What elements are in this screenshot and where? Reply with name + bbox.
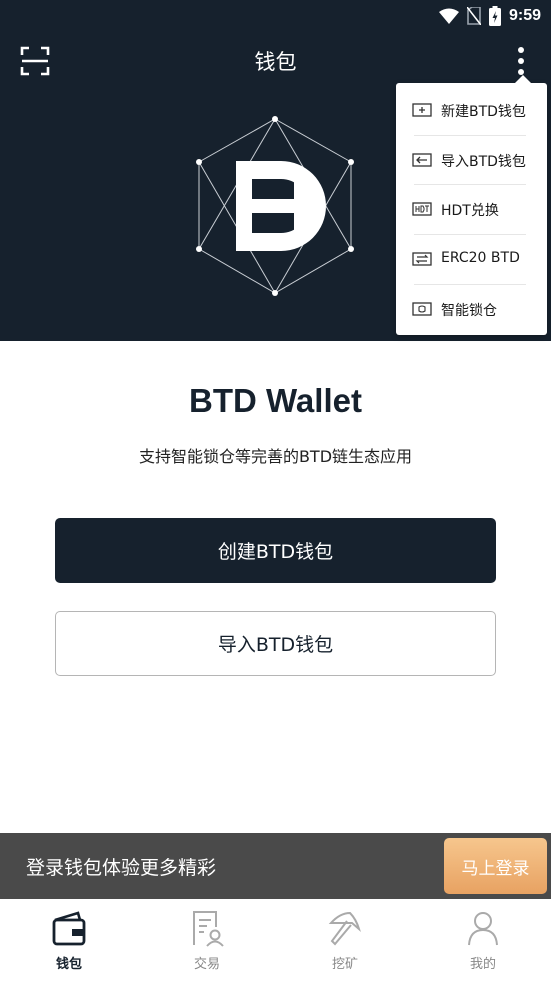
menu-item-new-wallet[interactable]: 新建BTD钱包 <box>396 85 547 135</box>
menu-item-label: 智能锁仓 <box>441 303 497 319</box>
menu-item-label: HDT兑换 <box>441 203 499 219</box>
pickaxe-icon <box>328 911 361 946</box>
menu-item-hdt-exchange[interactable]: HDT兑换 <box>396 184 547 234</box>
menu-item-label: 新建BTD钱包 <box>441 104 526 120</box>
menu-item-smart-lock[interactable]: 智能锁仓 <box>396 284 547 334</box>
status-time: 9:59 <box>508 7 541 24</box>
swap-arrows-icon <box>412 252 432 266</box>
nav-label: 钱包 <box>55 957 82 972</box>
menu-item-import-wallet[interactable]: 导入BTD钱包 <box>396 135 547 185</box>
login-banner-text: 登录钱包体验更多精彩 <box>26 857 217 879</box>
battery-icon <box>488 6 501 26</box>
wifi-icon <box>438 8 459 24</box>
menu-item-label: 导入BTD钱包 <box>441 154 526 170</box>
nav-item-profile[interactable]: 我的 <box>414 899 551 981</box>
page-title: 钱包 <box>254 50 297 74</box>
create-wallet-button[interactable]: 创建BTD钱包 <box>55 518 496 583</box>
nav-item-transaction[interactable]: 交易 <box>138 899 276 981</box>
no-sim-icon <box>466 7 481 25</box>
nav-label: 挖矿 <box>331 957 358 972</box>
status-bar: 9:59 <box>0 0 551 34</box>
lock-box-icon <box>412 302 432 316</box>
login-now-button[interactable]: 马上登录 <box>444 838 547 894</box>
user-icon <box>468 912 498 946</box>
more-vertical-icon[interactable] <box>509 44 533 78</box>
hdt-badge-icon <box>412 202 432 216</box>
import-arrow-icon <box>412 153 432 167</box>
transaction-icon <box>193 911 224 947</box>
menu-item-erc20-btd[interactable]: ERC20 BTD <box>396 234 547 284</box>
import-wallet-button[interactable]: 导入BTD钱包 <box>55 611 496 676</box>
app-title: BTD Wallet <box>189 382 362 419</box>
nav-label: 交易 <box>193 957 220 972</box>
add-box-icon <box>412 103 432 117</box>
bottom-nav: 钱包 交易 挖矿 我的 <box>0 899 551 981</box>
app-subtitle: 支持智能锁仓等完善的BTD链生态应用 <box>138 447 413 466</box>
overflow-menu: 新建BTD钱包 导入BTD钱包 HDT兑换 ERC20 BTD 智能锁仓 <box>396 75 547 335</box>
menu-caret <box>515 75 531 83</box>
nav-item-mining[interactable]: 挖矿 <box>276 899 414 981</box>
nav-item-wallet[interactable]: 钱包 <box>0 899 138 981</box>
wallet-icon <box>52 911 86 946</box>
menu-item-label: ERC20 BTD <box>441 250 520 266</box>
hdt-logo-icon <box>196 116 354 296</box>
nav-label: 我的 <box>469 957 496 972</box>
login-banner: 登录钱包体验更多精彩 马上登录 <box>0 833 551 899</box>
